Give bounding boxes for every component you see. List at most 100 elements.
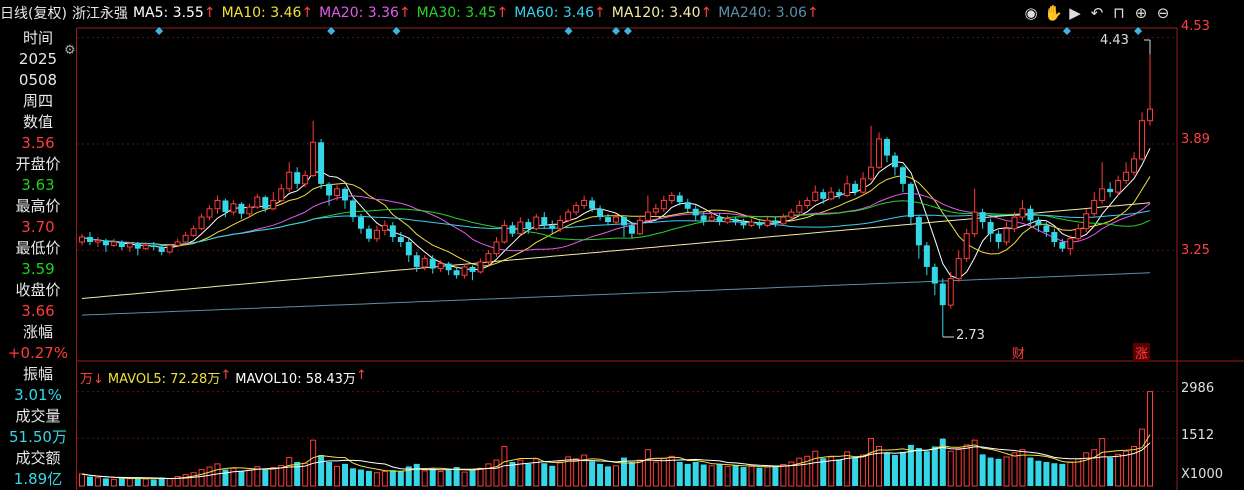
candle-body xyxy=(907,183,914,218)
volume-bar xyxy=(1043,461,1050,486)
candle-body xyxy=(581,199,588,206)
price-tick-2: 3.25 xyxy=(1181,243,1210,258)
volume-bar xyxy=(1115,453,1122,487)
candle-body xyxy=(804,199,811,206)
volume-bar xyxy=(724,465,731,487)
candle xyxy=(963,228,970,262)
volume-bar xyxy=(1123,450,1130,487)
candle-body xyxy=(142,244,149,250)
candle xyxy=(836,188,843,199)
volume-bar xyxy=(429,468,436,486)
volume-bar xyxy=(852,457,859,486)
volume-bar xyxy=(222,469,229,486)
volume-bar xyxy=(876,445,883,487)
candle-body xyxy=(660,199,667,210)
candle-body xyxy=(445,263,452,271)
candle xyxy=(501,220,508,244)
volume-bar xyxy=(1147,391,1153,487)
volume-bar xyxy=(764,466,771,487)
volume-bar xyxy=(756,467,763,486)
candle xyxy=(365,225,372,242)
candle xyxy=(899,165,906,193)
candle xyxy=(405,238,412,262)
volume-bar xyxy=(102,478,109,486)
candle xyxy=(756,220,763,229)
candle xyxy=(310,120,317,178)
volume-bar xyxy=(246,469,253,487)
candle xyxy=(764,217,771,228)
candle-body xyxy=(493,241,500,255)
volume-bar xyxy=(708,465,715,487)
candle-body xyxy=(541,217,548,226)
candle-body xyxy=(868,166,875,180)
candle xyxy=(796,200,803,214)
candle-body xyxy=(310,141,317,177)
volume-bar xyxy=(1067,461,1074,487)
candle-body xyxy=(334,188,341,196)
candle xyxy=(349,198,356,223)
candle xyxy=(79,233,85,246)
candle-body xyxy=(238,203,245,214)
volume-bar xyxy=(1091,449,1098,487)
candle-body xyxy=(421,258,428,268)
volume-bar xyxy=(573,458,580,487)
candle-body xyxy=(668,194,675,201)
candle-body xyxy=(349,200,356,218)
candle-body xyxy=(955,258,962,280)
candle xyxy=(549,220,556,234)
candle-body xyxy=(613,216,619,223)
volume-bar xyxy=(373,472,380,487)
candle-body xyxy=(477,261,484,273)
candle-body xyxy=(573,204,580,213)
candle xyxy=(94,237,101,247)
candle xyxy=(86,232,93,246)
candle xyxy=(828,187,835,201)
candle-body xyxy=(206,208,213,218)
candle-body xyxy=(764,219,771,226)
volume-bar xyxy=(270,467,277,487)
volume-bars xyxy=(79,391,1153,487)
candle xyxy=(947,271,954,309)
candle-body xyxy=(828,191,835,200)
candle-body xyxy=(1123,171,1130,182)
candle xyxy=(565,208,572,223)
candle-body xyxy=(740,222,747,226)
candle-body xyxy=(342,188,349,201)
volume-bar xyxy=(868,438,875,487)
candle-body xyxy=(557,219,564,230)
candle-body xyxy=(214,199,221,210)
candle-body xyxy=(182,234,189,243)
candle xyxy=(844,175,851,198)
candle xyxy=(939,278,946,337)
volume-bar xyxy=(684,463,691,486)
candle xyxy=(860,172,867,194)
candle xyxy=(541,212,548,229)
volume-bar xyxy=(732,465,739,486)
candle-body xyxy=(1107,188,1114,193)
candle-body xyxy=(222,200,229,213)
candle xyxy=(206,205,213,221)
candle-body xyxy=(461,266,468,276)
candle-body xyxy=(270,199,277,210)
candle-body xyxy=(533,216,540,230)
candle-body xyxy=(373,229,380,240)
kline-chart[interactable] xyxy=(0,0,1244,490)
candle-body xyxy=(605,217,612,223)
volume-bar xyxy=(1059,463,1066,486)
candle xyxy=(581,195,588,209)
volume-bar xyxy=(79,473,85,487)
candle xyxy=(660,195,667,213)
candle-body xyxy=(899,167,906,184)
limit-up-tag[interactable]: 涨 xyxy=(1133,343,1151,362)
candle-body xyxy=(1091,199,1098,215)
candle-body xyxy=(915,217,922,246)
price-tick-0: 4.53 xyxy=(1181,19,1210,34)
finance-tag[interactable]: 财 xyxy=(1012,343,1025,362)
volume-bar xyxy=(262,469,269,486)
candle-body xyxy=(302,175,309,185)
candle-body xyxy=(620,217,627,226)
candle xyxy=(724,215,731,224)
candle-body xyxy=(397,237,404,242)
candle xyxy=(302,170,309,188)
volume-bar xyxy=(94,477,101,487)
